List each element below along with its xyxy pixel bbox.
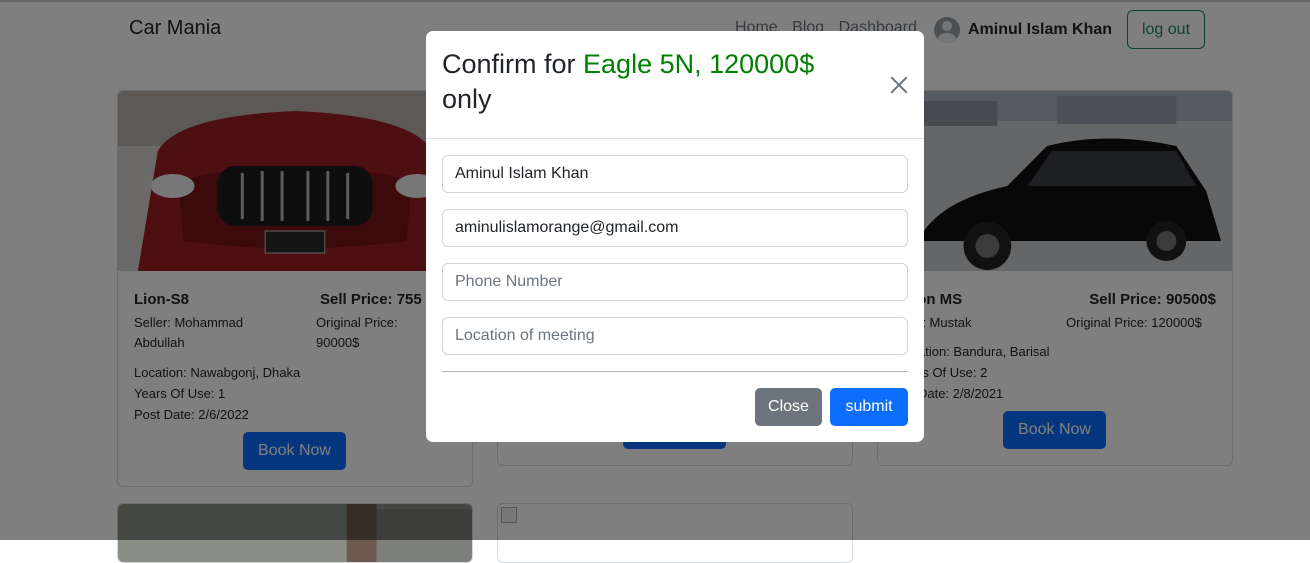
- modal-title-car: Eagle 5N, 120000$: [583, 49, 815, 79]
- email-field[interactable]: [442, 209, 908, 247]
- close-button[interactable]: Close: [755, 388, 822, 426]
- modal-title: Confirm for Eagle 5N, 120000$ only: [442, 47, 862, 117]
- modal-footer-divider: [442, 371, 908, 372]
- phone-field[interactable]: [442, 263, 908, 301]
- booking-modal: Confirm for Eagle 5N, 120000$ only Close…: [426, 31, 924, 442]
- name-field[interactable]: [442, 155, 908, 193]
- close-icon[interactable]: [888, 73, 912, 97]
- modal-header-divider: [426, 138, 924, 139]
- modal-title-prefix: Confirm for: [442, 49, 584, 79]
- modal-title-suffix: only: [442, 84, 492, 114]
- submit-button[interactable]: submit: [830, 388, 908, 426]
- location-field[interactable]: [442, 317, 908, 355]
